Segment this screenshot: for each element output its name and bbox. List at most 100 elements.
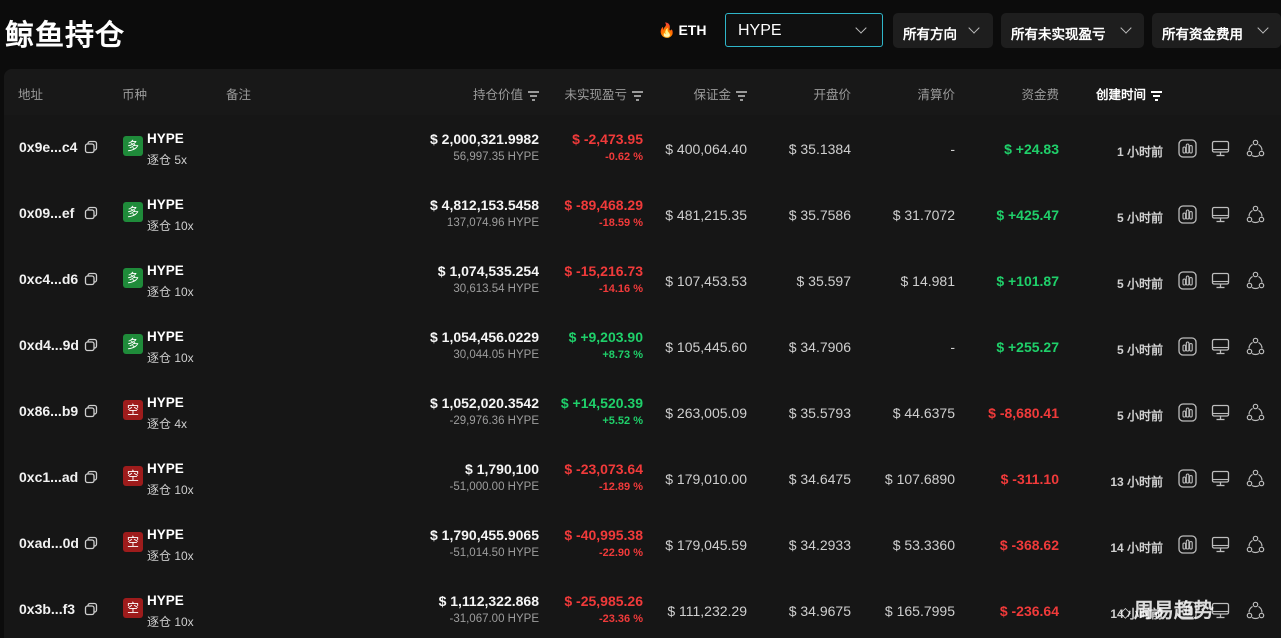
wallet-address[interactable]: 0x3b...f3 (19, 601, 75, 617)
wallet-address[interactable]: 0xc4...d6 (19, 271, 78, 287)
col-open-price: 开盘价 (813, 88, 851, 102)
chart-icon[interactable] (1178, 337, 1197, 356)
side-badge: 多 (123, 268, 143, 288)
coin-select[interactable]: HYPE (725, 13, 883, 47)
liq-price: $ 14.981 (900, 273, 956, 289)
monitor-icon[interactable] (1211, 535, 1230, 554)
unrealized-pnl-pct: -12.89 % (598, 481, 643, 493)
col-margin[interactable]: 保证金 (693, 84, 747, 103)
wallet-address[interactable]: 0x9e...c4 (19, 139, 77, 155)
monitor-icon[interactable] (1211, 337, 1230, 356)
unrealized-pnl: $ +9,203.90 (568, 329, 643, 345)
chart-icon[interactable] (1178, 469, 1197, 488)
col-address: 地址 (18, 88, 44, 102)
table-row[interactable]: 0x9e...c4 多 HYPE 逐仓 5x $ 2,000,321.9982 56,99… (4, 115, 1281, 181)
chart-icon[interactable] (1178, 205, 1197, 224)
monitor-icon[interactable] (1211, 139, 1230, 158)
share-icon[interactable] (1246, 271, 1265, 290)
position-value: $ 1,074,535.254 (437, 263, 539, 279)
monitor-icon[interactable] (1211, 469, 1230, 488)
col-unrealized-pnl[interactable]: 未实现盈亏 (564, 84, 643, 103)
funding-fee: $ +425.47 (996, 207, 1059, 223)
copy-icon[interactable] (84, 206, 98, 220)
copy-icon[interactable] (84, 272, 98, 286)
open-price: $ 35.1384 (788, 141, 851, 157)
margin-mode: 逐仓 10x (147, 285, 194, 299)
coin-name: HYPE (147, 329, 184, 344)
coin-name: HYPE (147, 197, 184, 212)
share-icon[interactable] (1246, 403, 1265, 422)
share-icon[interactable] (1246, 337, 1265, 356)
col-coin: 币种 (122, 88, 148, 102)
funding-filter[interactable]: 所有资金费用 (1152, 13, 1281, 48)
chart-icon[interactable] (1178, 139, 1197, 158)
direction-filter[interactable]: 所有方向 (893, 13, 993, 48)
monitor-icon[interactable] (1211, 271, 1230, 290)
share-icon[interactable] (1246, 535, 1265, 554)
coin-name: HYPE (147, 131, 184, 146)
table-row[interactable]: 0x86...b9 空 HYPE 逐仓 4x $ 1,052,020.3542 -29,9… (4, 379, 1281, 445)
funding-filter-label: 所有资金费用 (1162, 27, 1243, 42)
col-funding: 资金费 (1021, 88, 1059, 102)
side-badge: 多 (123, 202, 143, 222)
margin-mode: 逐仓 10x (147, 219, 194, 233)
funding-fee: $ +24.83 (1004, 141, 1059, 157)
eth-label: ETH (678, 22, 707, 38)
margin-amount: $ 107,453.53 (665, 273, 747, 289)
position-value: $ 4,812,153.5458 (430, 197, 539, 213)
created-time: 14 小时前 (1110, 541, 1163, 555)
chart-icon[interactable] (1178, 271, 1197, 290)
table-row[interactable]: 0xad...0d 空 HYPE 逐仓 10x $ 1,790,455.9065 -51,… (4, 511, 1281, 577)
unrealized-pnl-pct: -14.16 % (598, 283, 643, 295)
col-position-value[interactable]: 持仓价值 (473, 84, 539, 103)
wallet-address[interactable]: 0x86...b9 (19, 403, 78, 419)
col-created[interactable]: 创建时间 (1096, 84, 1163, 103)
position-value: $ 1,054,456.0229 (430, 329, 539, 345)
wallet-address[interactable]: 0xc1...ad (19, 469, 78, 485)
position-qty: 137,074.96 HYPE (446, 217, 539, 229)
col-margin-label: 保证金 (693, 88, 731, 102)
unrealized-pnl: $ -25,985.26 (564, 593, 643, 609)
unrealized-pnl-pct: -23.36 % (598, 613, 643, 625)
liq-price: - (950, 339, 955, 355)
eth-tag[interactable]: 🔥 ETH (658, 22, 706, 39)
position-qty: -51,000.00 HYPE (449, 481, 539, 493)
created-time: 5 小时前 (1116, 343, 1163, 357)
table-row[interactable]: 0xc1...ad 空 HYPE 逐仓 10x $ 1,790,100 -51,000.0… (4, 445, 1281, 511)
copy-icon[interactable] (84, 602, 98, 616)
copy-icon[interactable] (84, 140, 98, 154)
table-row[interactable]: 0x3b...f3 空 HYPE 逐仓 10x $ 1,112,322.868 -31,0… (4, 577, 1281, 638)
monitor-icon[interactable] (1211, 403, 1230, 422)
table-row[interactable]: 0xc4...d6 多 HYPE 逐仓 10x $ 1,074,535.254 30,61… (4, 247, 1281, 313)
wallet-address[interactable]: 0xd4...9d (19, 337, 79, 353)
liq-price: - (950, 141, 955, 157)
pnl-filter[interactable]: 所有未实现盈亏 (1001, 13, 1144, 48)
created-time: 5 小时前 (1116, 409, 1163, 423)
copy-icon[interactable] (84, 536, 98, 550)
table-row[interactable]: 0xd4...9d 多 HYPE 逐仓 10x $ 1,054,456.0229 30,0… (4, 313, 1281, 379)
copy-icon[interactable] (84, 470, 98, 484)
direction-filter-label: 所有方向 (903, 27, 957, 42)
open-price: $ 34.9675 (788, 603, 851, 619)
liq-price: $ 53.3360 (892, 537, 955, 553)
table-row[interactable]: 0x09...ef 多 HYPE 逐仓 10x $ 4,812,153.5458 137,… (4, 181, 1281, 247)
side-badge: 多 (123, 136, 143, 156)
chart-icon[interactable] (1178, 403, 1197, 422)
unrealized-pnl: $ -15,216.73 (564, 263, 643, 279)
side-badge: 空 (123, 532, 143, 552)
share-icon[interactable] (1246, 469, 1265, 488)
chevron-down-icon (1257, 22, 1269, 34)
share-icon[interactable] (1246, 601, 1265, 620)
wallet-address[interactable]: 0x09...ef (19, 205, 74, 221)
created-time: 5 小时前 (1116, 211, 1163, 225)
monitor-icon[interactable] (1211, 205, 1230, 224)
margin-mode: 逐仓 4x (147, 417, 188, 431)
share-icon[interactable] (1246, 205, 1265, 224)
chart-icon[interactable] (1178, 535, 1197, 554)
wallet-address[interactable]: 0xad...0d (19, 535, 79, 551)
copy-icon[interactable] (84, 338, 98, 352)
monitor-icon[interactable] (1211, 601, 1230, 620)
copy-icon[interactable] (84, 404, 98, 418)
share-icon[interactable] (1246, 139, 1265, 158)
funding-fee: $ -236.64 (999, 603, 1059, 619)
